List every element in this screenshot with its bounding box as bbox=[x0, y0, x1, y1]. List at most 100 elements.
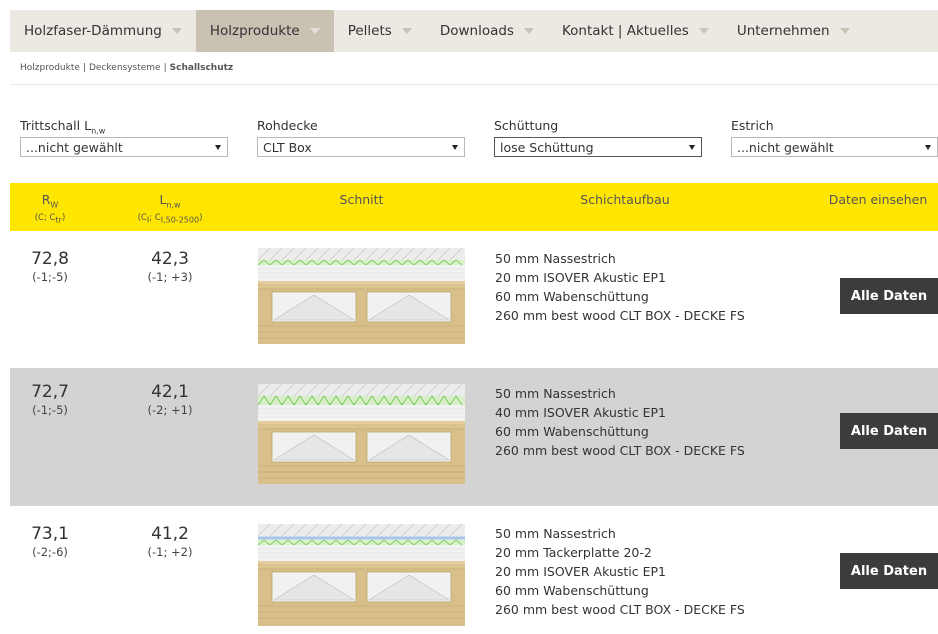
layer-item: 60 mm Wabenschüttung bbox=[495, 583, 649, 598]
header-lnw: Ln,w (CI; CI,50-2500) bbox=[130, 192, 210, 224]
table-header: RW (C; Ctr) Ln,w (CI; CI,50-2500) Schnit… bbox=[10, 183, 938, 231]
rw-correction: (-1;-5) bbox=[32, 403, 68, 417]
alle-daten-button[interactable]: Alle Daten bbox=[840, 413, 938, 449]
layer-item: 40 mm ISOVER Akustic EP1 bbox=[495, 405, 667, 420]
schnitt-diagram bbox=[258, 524, 465, 626]
chevron-down-icon bbox=[309, 28, 320, 34]
breadcrumb-link-deckensysteme[interactable]: Deckensysteme bbox=[89, 63, 161, 73]
breadcrumb-link-holzprodukte[interactable]: Holzprodukte bbox=[20, 63, 80, 73]
layer-item: 260 mm best wood CLT BOX - DECKE FS bbox=[495, 443, 745, 458]
note-text: (C bbox=[137, 212, 147, 223]
header-lnw-subscript: n,w bbox=[166, 200, 181, 210]
nav-item-holzfaser-daemmung[interactable]: Holzfaser-Dämmung bbox=[10, 10, 196, 52]
layer-item: 260 mm best wood CLT BOX - DECKE FS bbox=[495, 308, 745, 323]
header-rw: RW (C; Ctr) bbox=[10, 192, 90, 224]
table-row: 72,8 (-1;-5) 42,3 (-1; +3) 50 mm Nassest… bbox=[10, 231, 938, 368]
nav-item-label: Unternehmen bbox=[736, 23, 830, 39]
filter-label-subscript: n,w bbox=[91, 126, 106, 136]
schnitt-diagram bbox=[258, 384, 465, 484]
layer-item: 20 mm ISOVER Akustic EP1 bbox=[495, 564, 667, 579]
trittschall-select[interactable]: ...nicht gewählt bbox=[20, 137, 228, 157]
note-text: ; C bbox=[149, 212, 161, 223]
nav-item-pellets[interactable]: Pellets bbox=[334, 10, 426, 52]
breadcrumb: Holzprodukte | Deckensysteme | Schallschutz bbox=[20, 63, 233, 73]
layer-item: 20 mm Tackerplatte 20-2 bbox=[495, 545, 652, 560]
schnitt-diagram bbox=[258, 248, 465, 344]
lnw-value: 41,2 bbox=[151, 524, 189, 544]
chevron-down-icon bbox=[698, 28, 709, 34]
filter-label: Trittschall Ln,w bbox=[20, 118, 228, 136]
lnw-correction: (-1; +2) bbox=[147, 545, 193, 559]
rohdecke-select[interactable]: CLT Box bbox=[257, 137, 465, 157]
schichtaufbau-list: 50 mm Nassestrich 20 mm ISOVER Akustic E… bbox=[495, 249, 745, 325]
nav-item-label: Kontakt | Aktuelles bbox=[561, 23, 689, 39]
filter-rohdecke: Rohdecke CLT Box bbox=[257, 118, 465, 157]
filter-label: Schüttung bbox=[494, 118, 559, 133]
dropdown-arrow-icon bbox=[689, 144, 695, 150]
note-text: (C; C bbox=[34, 212, 56, 223]
dropdown-arrow-icon bbox=[925, 144, 931, 150]
chevron-down-icon bbox=[523, 28, 534, 34]
lnw-value: 42,1 bbox=[151, 382, 189, 402]
filter-label: Estrich bbox=[731, 118, 774, 133]
header-schnitt: Schnitt bbox=[339, 192, 384, 207]
note-text: ) bbox=[199, 212, 203, 223]
rw-correction: (-2;-6) bbox=[32, 545, 68, 559]
nav-item-label: Pellets bbox=[347, 23, 392, 39]
table-row: 72,7 (-1;-5) 42,1 (-2; +1) 50 mm Nassest… bbox=[10, 368, 938, 506]
select-value: ...nicht gewählt bbox=[26, 139, 123, 155]
layer-item: 50 mm Nassestrich bbox=[495, 386, 616, 401]
lnw-correction: (-1; +3) bbox=[147, 270, 193, 284]
alle-daten-button[interactable]: Alle Daten bbox=[840, 553, 938, 589]
schichtaufbau-list: 50 mm Nassestrich 40 mm ISOVER Akustic E… bbox=[495, 384, 745, 460]
divider bbox=[10, 84, 938, 85]
rw-value: 73,1 bbox=[31, 524, 69, 544]
schuettung-select[interactable]: lose Schüttung bbox=[494, 137, 702, 157]
select-value: lose Schüttung bbox=[500, 139, 594, 155]
table-row: 73,1 (-2;-6) 41,2 (-1; +2) 50 mm Nassest… bbox=[10, 506, 938, 634]
dropdown-arrow-icon bbox=[452, 144, 458, 150]
header-lnw-note: (CI; CI,50-2500) bbox=[130, 213, 210, 225]
select-value: ...nicht gewählt bbox=[737, 139, 834, 155]
nav-item-label: Holzprodukte bbox=[209, 23, 300, 39]
header-rw-subscript: W bbox=[50, 200, 59, 210]
note-text: ) bbox=[61, 212, 66, 223]
schichtaufbau-list: 50 mm Nassestrich 20 mm Tackerplatte 20-… bbox=[495, 524, 745, 619]
chevron-down-icon bbox=[401, 28, 412, 34]
filter-estrich: Estrich ...nicht gewählt bbox=[731, 118, 938, 157]
main-nav: Holzfaser-Dämmung Holzprodukte Pellets D… bbox=[10, 10, 938, 52]
filter-schuettung: Schüttung lose Schüttung bbox=[494, 118, 702, 157]
rw-correction: (-1;-5) bbox=[32, 270, 68, 284]
rw-value: 72,8 bbox=[31, 249, 69, 269]
nav-item-downloads[interactable]: Downloads bbox=[426, 10, 548, 52]
select-value: CLT Box bbox=[263, 139, 312, 155]
header-daten-einsehen: Daten einsehen bbox=[828, 192, 928, 207]
estrich-select[interactable]: ...nicht gewählt bbox=[731, 137, 938, 157]
filter-label-text: Trittschall L bbox=[20, 118, 92, 133]
alle-daten-button[interactable]: Alle Daten bbox=[840, 278, 938, 314]
chevron-down-icon bbox=[171, 28, 182, 34]
breadcrumb-separator: | bbox=[82, 63, 86, 73]
header-schichtaufbau: Schichtaufbau bbox=[580, 192, 670, 207]
layer-item: 60 mm Wabenschüttung bbox=[495, 289, 649, 304]
nav-item-label: Downloads bbox=[439, 23, 514, 39]
dropdown-arrow-icon bbox=[215, 144, 221, 150]
nav-item-kontakt-aktuelles[interactable]: Kontakt | Aktuelles bbox=[548, 10, 723, 52]
nav-item-unternehmen[interactable]: Unternehmen bbox=[723, 10, 864, 52]
layer-item: 60 mm Wabenschüttung bbox=[495, 424, 649, 439]
nav-item-label: Holzfaser-Dämmung bbox=[24, 23, 162, 39]
layer-item: 50 mm Nassestrich bbox=[495, 526, 616, 541]
lnw-correction: (-2; +1) bbox=[147, 403, 193, 417]
lnw-value: 42,3 bbox=[151, 249, 189, 269]
header-rw-note: (C; Ctr) bbox=[10, 213, 90, 225]
breadcrumb-separator: | bbox=[163, 63, 167, 73]
note-subscript: I,50-2500 bbox=[160, 215, 200, 225]
rw-value: 72,7 bbox=[31, 382, 69, 402]
layer-item: 260 mm best wood CLT BOX - DECKE FS bbox=[495, 602, 745, 617]
breadcrumb-current: Schallschutz bbox=[169, 63, 234, 73]
layer-item: 20 mm ISOVER Akustic EP1 bbox=[495, 270, 667, 285]
nav-item-holzprodukte[interactable]: Holzprodukte bbox=[195, 10, 334, 52]
filter-label: Rohdecke bbox=[257, 118, 318, 133]
chevron-down-icon bbox=[839, 28, 850, 34]
layer-item: 50 mm Nassestrich bbox=[495, 251, 616, 266]
